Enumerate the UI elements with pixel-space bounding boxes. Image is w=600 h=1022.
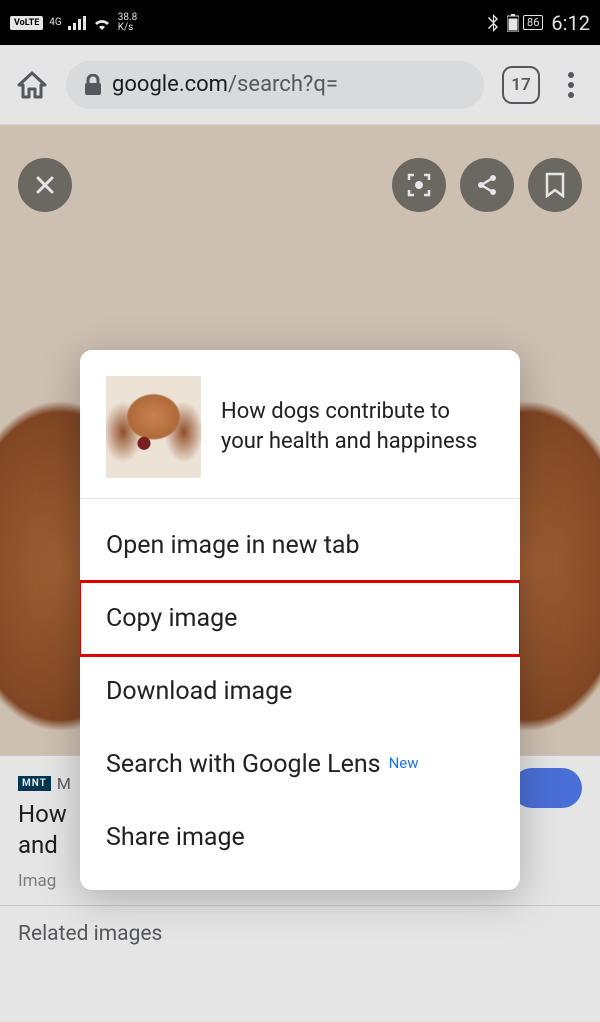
- menu-item-search-lens[interactable]: Search with Google Lens New: [80, 728, 520, 801]
- context-menu-list: Open image in new tab Copy image Downloa…: [80, 499, 520, 890]
- context-menu-thumbnail: [106, 376, 201, 478]
- menu-item-download-image[interactable]: Download image: [80, 655, 520, 728]
- context-menu-header: How dogs contribute to your health and h…: [80, 350, 520, 498]
- image-context-menu: How dogs contribute to your health and h…: [80, 350, 520, 890]
- context-menu-title: How dogs contribute to your health and h…: [221, 397, 494, 456]
- menu-item-share-image[interactable]: Share image: [80, 801, 520, 874]
- menu-item-open-new-tab[interactable]: Open image in new tab: [80, 509, 520, 582]
- menu-item-copy-image[interactable]: Copy image: [80, 582, 520, 655]
- new-badge: New: [389, 754, 419, 772]
